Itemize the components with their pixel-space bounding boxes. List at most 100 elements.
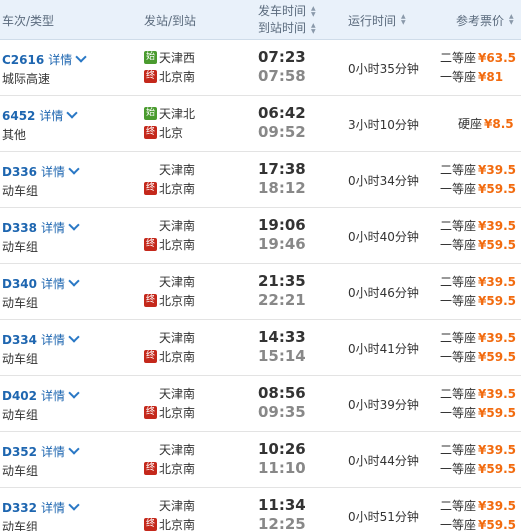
price-line: 一等座 ¥59.5 [440,403,521,422]
from-station-name: 天津南 [159,387,196,401]
from-station-name: 天津南 [159,219,196,233]
seat-class: 二等座 [440,163,477,177]
train-number[interactable]: D336 [2,165,37,179]
from-station-name: 天津南 [159,163,196,177]
to-station: 终 北京南 [144,291,234,310]
price-amount: ¥39.5 [478,162,516,177]
terminal-station-icon: 终 [144,70,157,83]
train-number-link[interactable]: C2616 详情 [2,51,87,68]
chevron-down-icon[interactable] [68,387,80,399]
times: 10:26 11:10 [258,440,308,478]
seat-class: 一等座 [440,238,477,252]
from-station: 天津南 [144,160,234,179]
from-station: 天津南 [144,496,234,515]
sort-price-button[interactable]: 参考票价 ▲ ▼ [456,0,514,40]
train-number-link[interactable]: D334 详情 [2,331,80,348]
train-number[interactable]: D338 [2,221,37,235]
from-station-name: 天津南 [159,443,196,457]
table-row: 6452 详情 其他 始 天津北 终 北京 06:42 09:52 3小时10分钟… [0,96,521,152]
duration: 0小时41分钟 [348,342,419,356]
price-amount: ¥59.5 [478,405,516,420]
train-number-link[interactable]: D340 详情 [2,275,80,292]
train-type: 其他 [2,128,27,142]
chevron-down-icon[interactable] [68,443,80,455]
train-number-link[interactable]: D402 详情 [2,387,80,404]
price-amount: ¥59.5 [478,517,516,531]
chevron-down-icon[interactable] [68,499,80,511]
seat-class: 一等座 [440,518,477,531]
from-station-name: 天津南 [159,331,196,345]
chevron-down-icon[interactable] [68,219,80,231]
train-number[interactable]: D352 [2,445,37,459]
sort-arrows-icon: ▲ ▼ [311,4,316,18]
origin-station-icon [144,331,157,344]
price-line: 二等座 ¥39.5 [440,440,521,459]
seat-class: 硬座 [458,117,483,131]
detail-link[interactable]: 详情 [48,53,72,67]
header-stations: 发站/到站 [144,0,196,40]
terminal-station-icon: 终 [144,462,157,475]
price-amount: ¥39.5 [478,498,516,513]
origin-station-icon: 始 [144,107,157,120]
times: 07:23 07:58 [258,48,308,86]
chevron-down-icon[interactable] [68,275,80,287]
seat-class: 一等座 [440,462,477,476]
train-number-link[interactable]: D338 详情 [2,219,80,236]
arrival-time: 09:35 [258,403,306,421]
chevron-down-icon[interactable] [75,51,87,63]
detail-link[interactable]: 详情 [39,109,63,123]
sort-arrival-button[interactable]: 到站时间 ▲ ▼ [258,20,316,37]
to-station: 终 北京南 [144,179,234,198]
times: 11:34 12:25 [258,496,308,531]
duration: 0小时46分钟 [348,286,419,300]
train-number[interactable]: D402 [2,389,37,403]
train-number-link[interactable]: 6452 详情 [2,107,79,124]
train-number[interactable]: C2616 [2,53,44,67]
train-number-link[interactable]: D352 详情 [2,443,80,460]
train-number-link[interactable]: D332 详情 [2,499,80,516]
origin-station-icon: 始 [144,51,157,64]
duration: 0小时44分钟 [348,454,419,468]
times: 08:56 09:35 [258,384,308,422]
duration: 0小时39分钟 [348,398,419,412]
times: 19:06 19:46 [258,216,308,254]
detail-link[interactable]: 详情 [41,221,65,235]
sort-duration-button[interactable]: 运行时间 ▲ ▼ [348,0,406,40]
train-type: 动车组 [2,520,39,531]
detail-link[interactable]: 详情 [41,445,65,459]
sort-departure-button[interactable]: 发车时间 ▲ ▼ [258,3,316,20]
detail-link[interactable]: 详情 [41,389,65,403]
table-row: D338 详情 动车组 天津南 终 北京南 19:06 19:46 0小时40分钟… [0,208,521,264]
header-station-label: 发站/到站 [144,13,197,28]
price-line: 二等座 ¥39.5 [440,160,521,179]
prices: 二等座 ¥39.5 一等座 ¥59.5 [440,384,521,422]
stations: 天津南 终 北京南 [144,440,234,478]
chevron-down-icon[interactable] [68,331,80,343]
duration: 0小时34分钟 [348,174,419,188]
seat-class: 二等座 [440,499,477,513]
detail-link[interactable]: 详情 [41,333,65,347]
chevron-down-icon[interactable] [68,163,80,175]
price-amount: ¥59.5 [478,461,516,476]
arrival-time: 22:21 [258,291,306,309]
price-amount: ¥59.5 [478,293,516,308]
train-number[interactable]: 6452 [2,109,35,123]
detail-link[interactable]: 详情 [41,165,65,179]
train-number[interactable]: D332 [2,501,37,515]
to-station: 终 北京 [144,123,234,142]
train-number[interactable]: D334 [2,333,37,347]
detail-link[interactable]: 详情 [41,501,65,515]
to-station-name: 北京南 [159,518,196,531]
seat-class: 一等座 [440,182,477,196]
duration: 0小时35分钟 [348,62,419,76]
train-number-link[interactable]: D336 详情 [2,163,80,180]
detail-link[interactable]: 详情 [41,277,65,291]
train-type: 动车组 [2,184,39,198]
stations: 始 天津北 终 北京 [144,104,234,142]
times: 14:33 15:14 [258,328,308,366]
header-train-type: 车次/类型 [2,0,54,40]
train-number[interactable]: D340 [2,277,37,291]
chevron-down-icon[interactable] [66,107,79,119]
prices: 二等座 ¥39.5 一等座 ¥59.5 [440,328,521,366]
times: 06:42 09:52 [258,104,308,142]
